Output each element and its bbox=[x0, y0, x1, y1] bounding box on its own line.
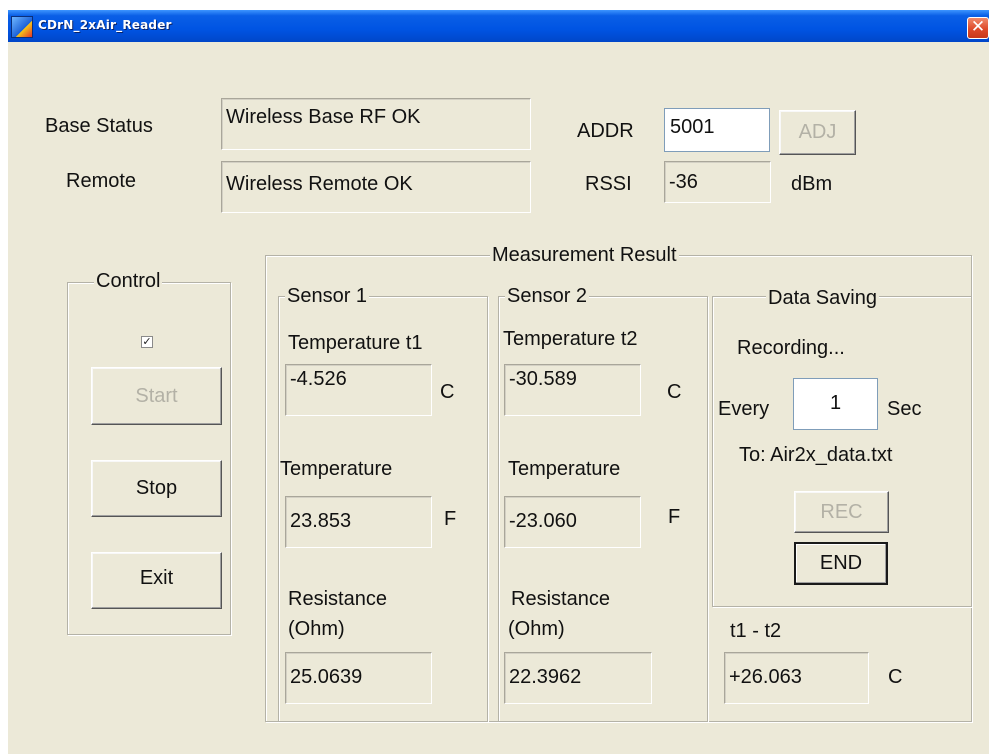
interval-unit: Sec bbox=[887, 398, 922, 420]
control-checkbox[interactable]: ✓ bbox=[141, 336, 153, 348]
sensor1-temp-c-unit: C bbox=[440, 381, 455, 403]
sensor2-temp-c-field: -30.589 bbox=[504, 364, 641, 416]
adj-button[interactable]: ADJ bbox=[779, 110, 856, 155]
save-target: To: Air2x_data.txt bbox=[739, 444, 893, 466]
sensor2-temp-f-field: -23.060 bbox=[504, 496, 641, 548]
sensor2-temp-c-label: Temperature t2 bbox=[503, 328, 638, 350]
main-window: CDrN_2xAir_Reader ✕ Base Status Wireless… bbox=[8, 10, 989, 754]
rssi-label: RSSI bbox=[585, 173, 632, 195]
sensor1-temp-f-field: 23.853 bbox=[285, 496, 432, 548]
sensor2-temp-f-label: Temperature bbox=[508, 458, 621, 480]
sensor1-temp-f-label: Temperature bbox=[280, 458, 393, 480]
sensor1-temp-f-unit: F bbox=[444, 508, 457, 530]
stop-button[interactable]: Stop bbox=[91, 460, 222, 517]
exit-button[interactable]: Exit bbox=[91, 552, 222, 609]
sensor1-title: Sensor 1 bbox=[285, 285, 370, 307]
rssi-unit: dBm bbox=[791, 173, 833, 195]
control-title: Control bbox=[94, 270, 163, 292]
sensor1-resistance-unit-label: (Ohm) bbox=[288, 618, 345, 640]
sensor2-resistance-field: 22.3962 bbox=[504, 652, 652, 704]
interval-input[interactable]: 1 bbox=[793, 378, 878, 430]
sensor2-title: Sensor 2 bbox=[505, 285, 590, 307]
every-label: Every bbox=[718, 398, 770, 420]
sensor2-resistance-label: Resistance bbox=[511, 588, 610, 610]
difference-field: +26.063 bbox=[724, 652, 869, 704]
measurement-title: Measurement Result bbox=[490, 244, 679, 266]
rec-button[interactable]: REC bbox=[794, 491, 889, 533]
recording-status: Recording... bbox=[737, 337, 845, 359]
sensor2-temp-f-unit: F bbox=[668, 506, 681, 528]
title-bar[interactable]: CDrN_2xAir_Reader ✕ bbox=[8, 10, 989, 42]
close-icon[interactable]: ✕ bbox=[967, 17, 989, 39]
sensor2-resistance-unit-label: (Ohm) bbox=[508, 618, 565, 640]
sensor2-temp-c-unit: C bbox=[667, 381, 682, 403]
remote-status-field: Wireless Remote OK bbox=[221, 161, 531, 213]
difference-unit: C bbox=[888, 666, 903, 688]
remote-label: Remote bbox=[66, 170, 137, 192]
addr-input[interactable]: 5001 bbox=[664, 108, 770, 152]
difference-label: t1 - t2 bbox=[730, 620, 782, 642]
start-button[interactable]: Start bbox=[91, 367, 222, 425]
app-icon bbox=[11, 16, 33, 38]
rssi-field: -36 bbox=[664, 161, 771, 203]
window-title: CDrN_2xAir_Reader bbox=[38, 18, 172, 32]
base-status-label: Base Status bbox=[45, 115, 153, 137]
data-saving-title: Data Saving bbox=[766, 287, 879, 309]
base-status-field: Wireless Base RF OK bbox=[221, 98, 531, 150]
sensor1-resistance-label: Resistance bbox=[288, 588, 387, 610]
addr-label: ADDR bbox=[577, 120, 634, 142]
end-button[interactable]: END bbox=[794, 542, 888, 585]
sensor1-resistance-field: 25.0639 bbox=[285, 652, 432, 704]
sensor1-temp-c-field: -4.526 bbox=[285, 364, 432, 416]
sensor1-temp-c-label: Temperature t1 bbox=[288, 332, 423, 354]
